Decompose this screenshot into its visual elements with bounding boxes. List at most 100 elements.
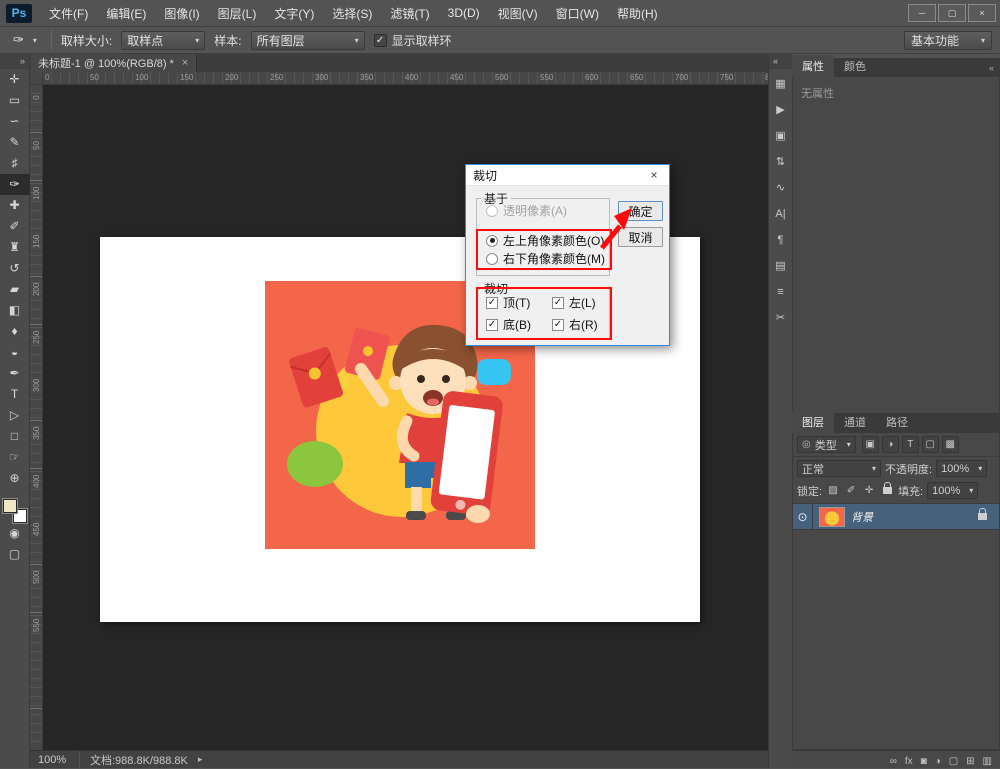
tab-layers[interactable]: 图层	[792, 411, 834, 433]
tab-properties[interactable]: 属性	[792, 55, 834, 77]
tool-preset-picker[interactable]: ✑ ▾	[8, 30, 42, 51]
pen-tool[interactable]: ✒	[0, 363, 30, 384]
checkbox-left[interactable]: ✓ 左(L)	[552, 294, 596, 311]
zoom-tool[interactable]: ⊕	[0, 468, 30, 489]
maximize-button[interactable]: ▢	[938, 4, 966, 22]
menu-layer[interactable]: 图层(L)	[209, 0, 266, 26]
ok-button[interactable]: 确定	[618, 201, 663, 221]
sample-size-dropdown[interactable]: 取样点 ▾	[121, 31, 205, 50]
dialog-titlebar[interactable]: 裁切 ×	[466, 165, 669, 186]
dock-masks-icon[interactable]: ∿	[769, 176, 793, 199]
fill-dropdown[interactable]: 100% ▾	[927, 482, 978, 499]
cancel-button[interactable]: 取消	[618, 227, 663, 247]
color-swatches[interactable]	[3, 499, 27, 523]
ruler-tick-label: 700	[675, 73, 688, 82]
checkbox-right[interactable]: ✓ 右(R)	[552, 316, 598, 333]
document-tab[interactable]: 未标题-1 @ 100%(RGB/8) * ×	[30, 54, 197, 72]
visibility-eye-icon[interactable]: ⊙	[793, 504, 813, 530]
shape-tool[interactable]: □	[0, 426, 30, 447]
move-tool[interactable]: ✛	[0, 69, 30, 90]
menu-help[interactable]: 帮助(H)	[608, 0, 667, 26]
eyedropper-tool[interactable]: ✑	[0, 174, 30, 195]
layer-style-icon[interactable]: fx	[905, 756, 913, 767]
menu-image[interactable]: 图像(I)	[155, 0, 208, 26]
menu-select[interactable]: 选择(S)	[323, 0, 381, 26]
layer-thumbnail[interactable]	[819, 507, 845, 527]
dock-notes-icon[interactable]: ✂	[769, 306, 793, 329]
radio-top-left-pixel-color[interactable]: 左上角像素颜色(O)	[486, 232, 604, 249]
sample-size-label: 取样大小:	[61, 32, 112, 49]
healing-brush-tool[interactable]: ✚	[0, 195, 30, 216]
filter-shape-layers-icon[interactable]: ▢	[922, 436, 939, 453]
filter-adjustment-layers-icon[interactable]: ◑	[882, 436, 899, 453]
foreground-color-swatch[interactable]	[3, 499, 17, 513]
menu-filter[interactable]: 滤镜(T)	[381, 0, 438, 26]
adjustment-layer-icon[interactable]: ◑	[935, 756, 941, 767]
opacity-dropdown[interactable]: 100% ▾	[936, 460, 987, 477]
menu-file[interactable]: 文件(F)	[40, 0, 97, 26]
radio-bottom-right-pixel-color[interactable]: 右下角像素颜色(M)	[486, 250, 605, 267]
dock-swatches-icon[interactable]: ▤	[769, 254, 793, 277]
menu-edit[interactable]: 编辑(E)	[97, 0, 155, 26]
new-layer-icon[interactable]: ⊞	[966, 756, 974, 767]
path-selection-tool[interactable]: ▷	[0, 405, 30, 426]
menu-view[interactable]: 视图(V)	[489, 0, 547, 26]
quick-selection-tool[interactable]: ✎	[0, 132, 30, 153]
lock-position-icon[interactable]: ✛	[862, 483, 876, 498]
tab-paths[interactable]: 路径	[876, 411, 918, 433]
quick-mask-button[interactable]: ◉	[0, 523, 30, 544]
sample-dropdown[interactable]: 所有图层 ▾	[251, 31, 365, 50]
status-flyout-icon[interactable]: ▸	[198, 754, 203, 765]
screen-mode-button[interactable]: ▢	[0, 544, 30, 565]
dock-styles-icon[interactable]: ▣	[769, 124, 793, 147]
clone-stamp-tool[interactable]: ♜	[0, 237, 30, 258]
dock-paragraph-icon[interactable]: ¶	[769, 228, 793, 251]
close-document-icon[interactable]: ×	[182, 57, 188, 69]
dock-actions-icon[interactable]: ▶	[769, 98, 793, 121]
dock-tool-presets-icon[interactable]: ⇅	[769, 150, 793, 173]
crop-tool[interactable]: ♯	[0, 153, 30, 174]
dock-histogram-icon[interactable]: ≡	[769, 280, 793, 303]
link-layers-icon[interactable]: ∞	[890, 756, 897, 767]
add-layer-mask-icon[interactable]: ◙	[921, 756, 927, 767]
dodge-tool[interactable]: ◒	[0, 342, 30, 363]
type-tool[interactable]: T	[0, 384, 30, 405]
filter-smart-objects-icon[interactable]: ▩	[942, 436, 959, 453]
hand-tool[interactable]: ☞	[0, 447, 30, 468]
filter-type-layers-icon[interactable]: T	[902, 436, 919, 453]
delete-layer-icon[interactable]: ▥	[983, 756, 992, 767]
tab-channels[interactable]: 通道	[834, 411, 876, 433]
brush-tool[interactable]: ✐	[0, 216, 30, 237]
marquee-tool[interactable]: ▭	[0, 90, 30, 111]
zoom-level-field[interactable]: 100%	[38, 751, 80, 768]
blend-mode-dropdown[interactable]: 正常 ▾	[797, 460, 881, 477]
blur-tool[interactable]: ♦	[0, 321, 30, 342]
menu-3d[interactable]: 3D(D)	[439, 0, 489, 26]
lock-transparency-icon[interactable]: ▨	[826, 483, 840, 498]
menu-window[interactable]: 窗口(W)	[547, 0, 608, 26]
layer-filter-dropdown[interactable]: ◎ 类型 ▾	[797, 436, 856, 453]
dock-character-icon[interactable]: A|	[769, 202, 793, 225]
dock-adjustments-icon[interactable]: ▦	[769, 72, 793, 95]
close-button[interactable]: ×	[968, 4, 996, 22]
workspace-switcher[interactable]: 基本功能 ▾	[904, 31, 992, 50]
eraser-tool[interactable]: ▰	[0, 279, 30, 300]
gradient-tool[interactable]: ◧	[0, 300, 30, 321]
filter-pixel-layers-icon[interactable]: ▣	[862, 436, 879, 453]
lock-paint-icon[interactable]: ✐	[844, 483, 858, 498]
new-group-icon[interactable]: ▢	[949, 756, 958, 767]
collapse-tools-icon[interactable]: »	[0, 54, 29, 69]
panel-collapse-icon[interactable]: «	[989, 63, 994, 73]
lasso-tool[interactable]: ∽	[0, 111, 30, 132]
tab-color[interactable]: 颜色	[834, 55, 876, 77]
checkbox-top[interactable]: ✓ 顶(T)	[486, 294, 530, 311]
lock-all-icon[interactable]	[880, 483, 894, 498]
history-brush-tool[interactable]: ↺	[0, 258, 30, 279]
minimize-button[interactable]: ─	[908, 4, 936, 22]
show-sampling-ring-checkbox[interactable]: ✓ 显示取样环	[374, 32, 452, 49]
dialog-close-button[interactable]: ×	[646, 168, 662, 182]
menu-type[interactable]: 文字(Y)	[265, 0, 323, 26]
checkbox-bottom[interactable]: ✓ 底(B)	[486, 316, 531, 333]
expand-panels-icon[interactable]: «	[769, 54, 792, 69]
layer-row-background[interactable]: ⊙ 背景	[793, 504, 999, 530]
